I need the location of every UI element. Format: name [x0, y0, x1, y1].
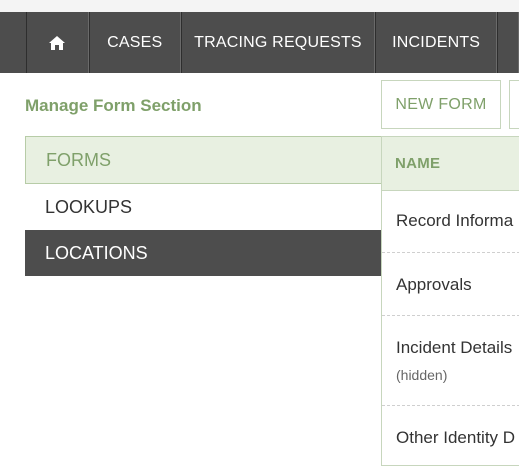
table-row[interactable]: Other Identity D [382, 406, 519, 465]
new-form-button[interactable]: NEW FORM [381, 80, 501, 129]
page-title: Manage Form Section [25, 96, 202, 115]
nav-cases[interactable]: CASES [88, 12, 181, 73]
sidebar-item-locations[interactable]: LOCATIONS [25, 230, 385, 276]
table-row[interactable]: Record Informa [382, 191, 519, 253]
sidebar-item-lookups[interactable]: LOOKUPS [25, 184, 385, 230]
sidebar-item-forms[interactable]: FORMS [25, 136, 385, 184]
nav-incidents[interactable]: INCIDENTS [375, 12, 498, 73]
form-name[interactable]: Approvals [396, 275, 472, 294]
secondary-button[interactable] [509, 80, 519, 129]
nav-tracing-requests[interactable]: TRACING REQUESTS [180, 12, 376, 73]
form-name[interactable]: Other Identity D [396, 428, 515, 447]
top-strip [0, 0, 519, 12]
form-name[interactable]: Incident Details [396, 338, 512, 357]
table-row[interactable]: Incident Details (hidden) [382, 316, 519, 406]
form-name[interactable]: Record Informa [396, 211, 513, 230]
table-row[interactable]: Approvals [382, 253, 519, 316]
home-icon [49, 35, 66, 50]
nav-home[interactable] [26, 12, 89, 73]
main-navbar: CASES TRACING REQUESTS INCIDENTS [0, 12, 519, 73]
table-header-name[interactable]: NAME [382, 137, 519, 191]
nav-more[interactable] [497, 12, 519, 73]
hidden-label: (hidden) [396, 367, 448, 383]
forms-table: NAME Record Informa Approvals Incident D… [381, 136, 519, 466]
